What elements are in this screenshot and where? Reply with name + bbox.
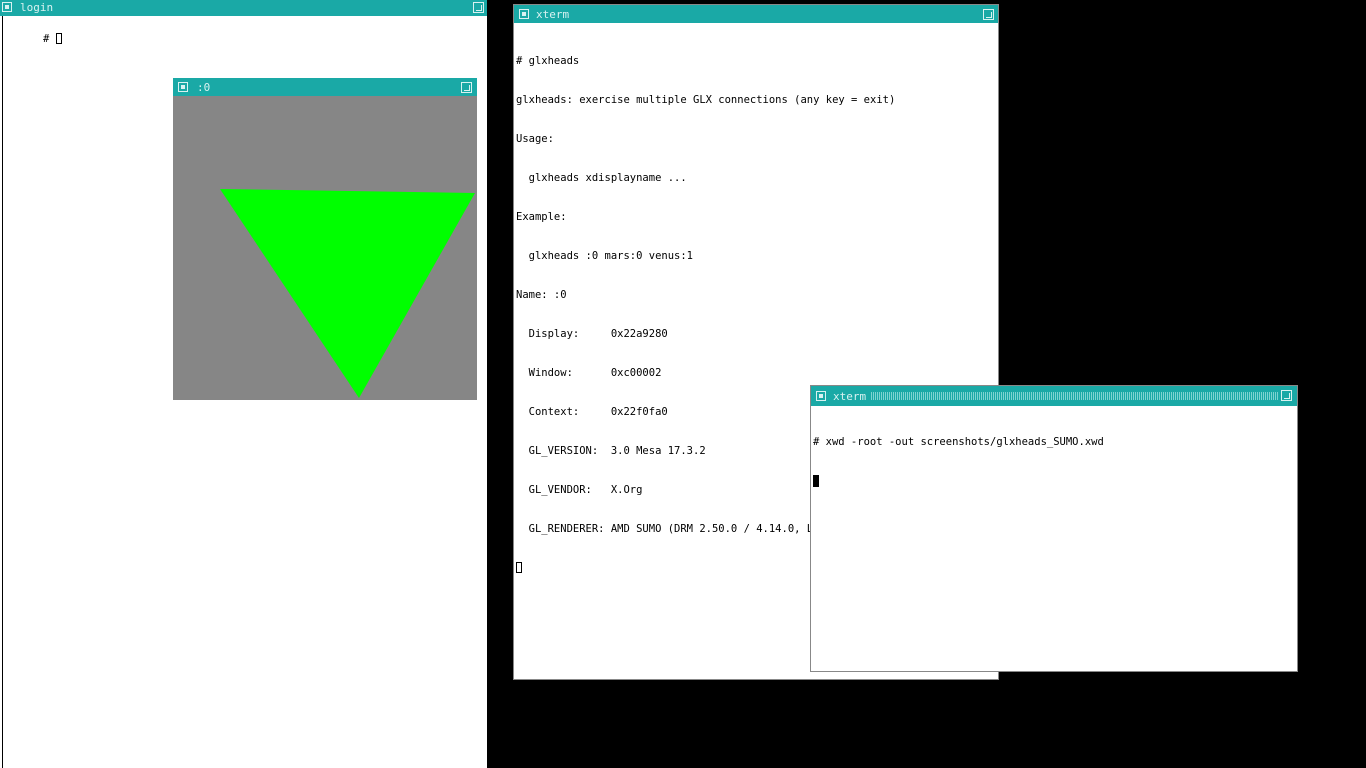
terminal-line: # glxheads bbox=[516, 55, 580, 67]
text-cursor bbox=[813, 475, 819, 487]
window-menu-icon[interactable] bbox=[178, 82, 188, 92]
xterm-small-window[interactable]: xterm # xwd -root -out screenshots/glxhe… bbox=[810, 385, 1298, 672]
terminal-line: glxheads: exercise multiple GLX connecti… bbox=[516, 94, 896, 106]
xterm-small-titlebar[interactable]: xterm bbox=[811, 386, 1297, 406]
terminal-line: Window: 0xc00002 bbox=[516, 367, 662, 379]
window-menu-icon[interactable] bbox=[2, 2, 12, 12]
titlebar-stripes bbox=[871, 392, 1279, 400]
maximize-icon[interactable] bbox=[983, 9, 994, 20]
shell-prompt: # bbox=[42, 33, 56, 45]
window-menu-icon[interactable] bbox=[816, 391, 826, 401]
xterm-small-terminal[interactable]: # xwd -root -out screenshots/glxheads_SU… bbox=[811, 406, 1297, 671]
login-titlebar[interactable]: login bbox=[0, 0, 487, 16]
window-title: :0 bbox=[197, 81, 211, 94]
maximize-icon[interactable] bbox=[473, 2, 484, 13]
text-cursor bbox=[55, 33, 62, 44]
terminal-line: Display: 0x22a9280 bbox=[516, 328, 668, 340]
terminal-line: # xwd -root -out screenshots/glxheads_SU… bbox=[813, 436, 1104, 448]
gl-window[interactable]: :0 bbox=[173, 78, 477, 400]
window-title: xterm bbox=[833, 390, 867, 403]
maximize-icon[interactable] bbox=[1281, 390, 1292, 401]
terminal-line: glxheads xdisplayname ... bbox=[516, 172, 687, 184]
gl-titlebar[interactable]: :0 bbox=[173, 78, 477, 96]
window-title: login bbox=[20, 1, 54, 14]
terminal-line: glxheads :0 mars:0 venus:1 bbox=[516, 250, 694, 262]
terminal-line: Name: :0 bbox=[516, 289, 567, 301]
gl-canvas[interactable] bbox=[173, 96, 477, 400]
maximize-icon[interactable] bbox=[461, 82, 472, 93]
window-menu-icon[interactable] bbox=[519, 9, 529, 19]
terminal-line: Example: bbox=[516, 211, 567, 223]
xterm-main-titlebar[interactable]: xterm bbox=[514, 5, 998, 23]
terminal-line: Usage: bbox=[516, 133, 554, 145]
window-title: xterm bbox=[536, 8, 570, 21]
text-cursor bbox=[516, 562, 522, 573]
